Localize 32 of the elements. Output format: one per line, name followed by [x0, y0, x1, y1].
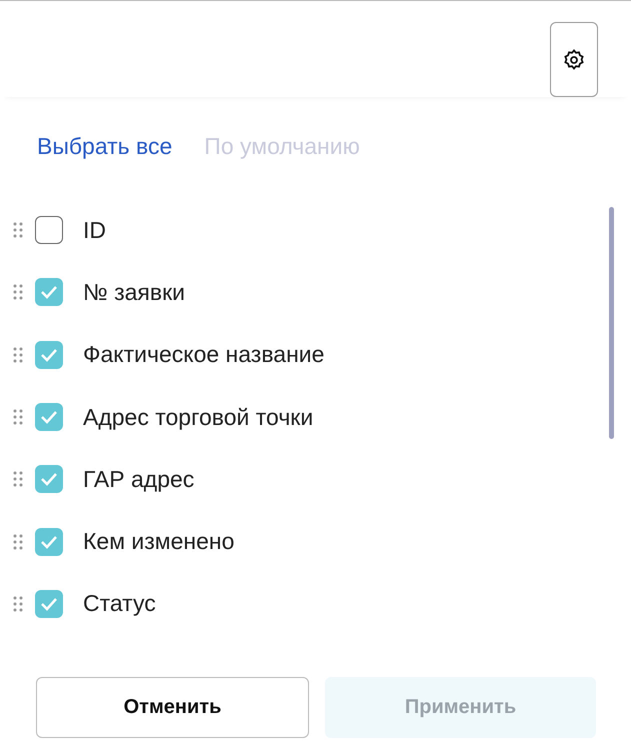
check-icon: [40, 285, 58, 300]
scrollbar-thumb[interactable]: [608, 207, 614, 439]
checkbox[interactable]: [35, 340, 63, 369]
column-label: Фактическое название: [83, 341, 324, 368]
drag-handle-icon[interactable]: [13, 471, 23, 488]
check-icon: [40, 596, 58, 611]
checkbox[interactable]: [35, 216, 63, 244]
column-label: ГАР адрес: [83, 466, 194, 493]
check-icon: [40, 410, 58, 424]
drag-handle-icon[interactable]: [13, 346, 23, 363]
settings-icon: [562, 48, 586, 72]
column-label: Статус: [83, 590, 156, 618]
column-label: № заявки: [83, 278, 185, 306]
drag-handle-icon[interactable]: [13, 534, 23, 550]
select-all-link[interactable]: Выбрать все: [37, 133, 172, 167]
drag-handle-icon[interactable]: [13, 284, 23, 300]
check-icon: [40, 534, 58, 549]
column-label: ID: [83, 216, 106, 244]
check-icon: [40, 472, 58, 486]
checkbox[interactable]: [35, 528, 63, 556]
checkbox[interactable]: [35, 403, 63, 432]
drag-handle-icon[interactable]: [13, 222, 23, 238]
cancel-button[interactable]: Отменить: [36, 677, 309, 738]
drag-handle-icon[interactable]: [13, 409, 23, 426]
column-label: Адрес торговой точки: [83, 404, 314, 431]
check-icon: [40, 348, 58, 362]
checkbox[interactable]: [35, 278, 63, 306]
column-label: Кем изменено: [83, 528, 234, 556]
checkbox[interactable]: [35, 590, 63, 618]
checkbox[interactable]: [35, 465, 63, 494]
settings-button[interactable]: [550, 22, 598, 97]
drag-handle-icon[interactable]: [13, 596, 23, 612]
